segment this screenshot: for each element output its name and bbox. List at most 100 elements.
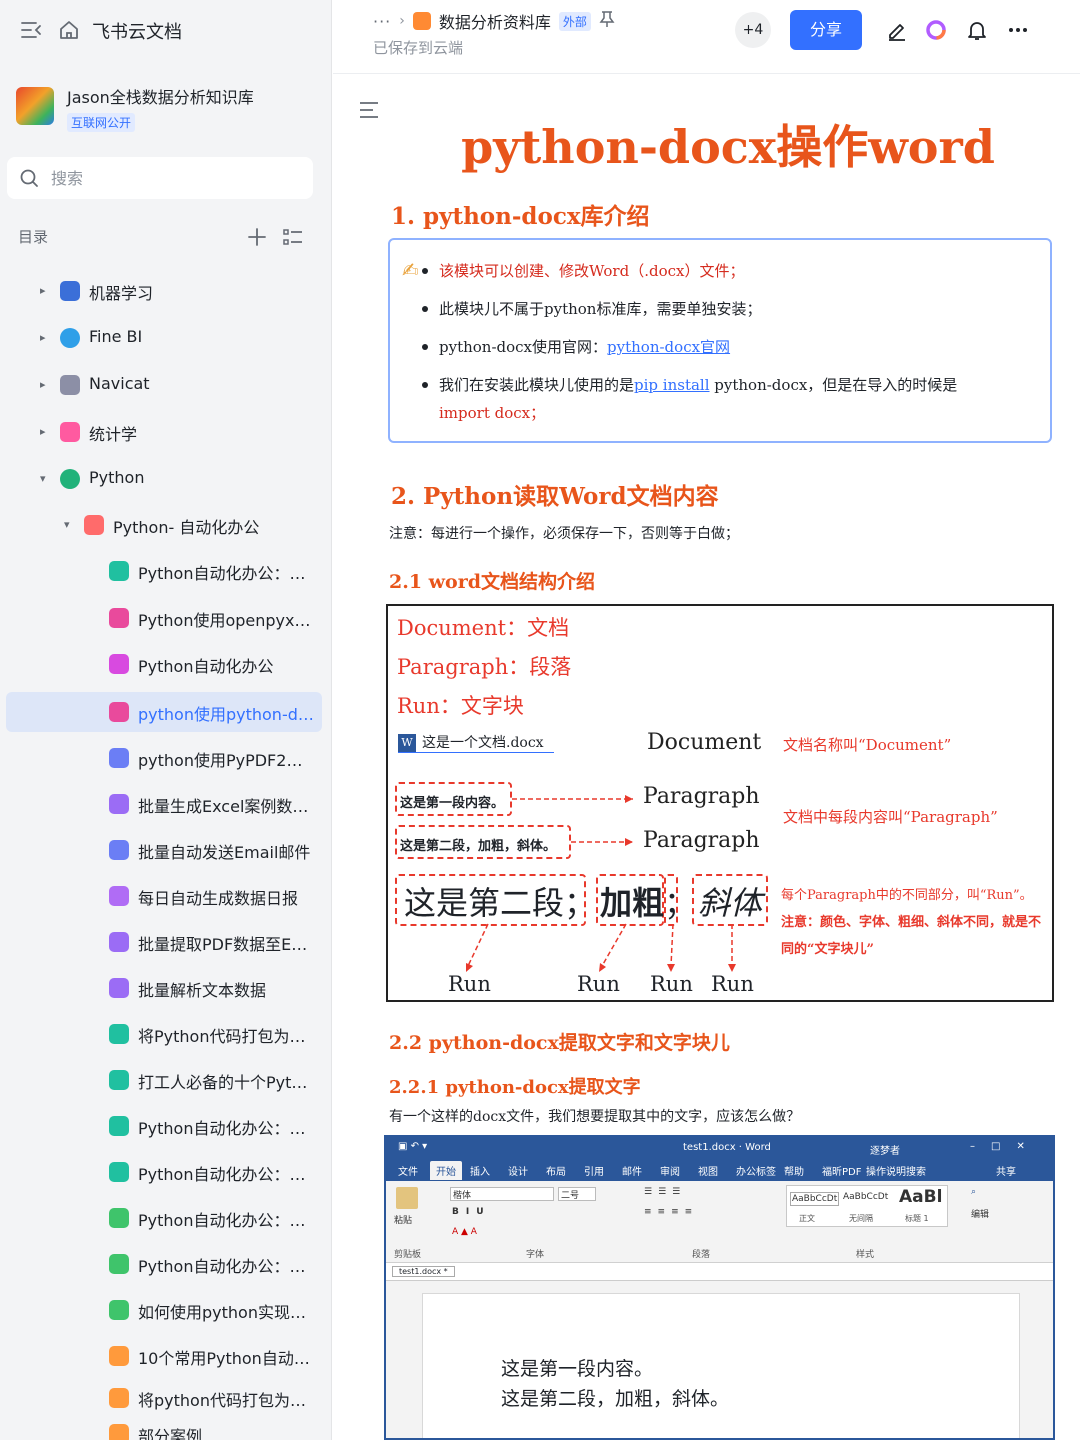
breadcrumb-doc-name[interactable]: 数据分析资料库 xyxy=(439,9,551,33)
sidebar-item[interactable]: 批量提取PDF数据至E… xyxy=(6,922,322,962)
home-icon[interactable] xyxy=(58,19,80,41)
sidebar-item[interactable]: ▸ 机器学习 xyxy=(6,271,322,311)
run-label-1: Run xyxy=(448,972,491,996)
run-note-1: 每个Paragraph中的不同部分，叫“Run”。 xyxy=(781,888,1033,903)
doc-icon xyxy=(109,1254,129,1274)
sidebar-item-label: 批量提取PDF数据至E… xyxy=(138,935,308,954)
doc-icon xyxy=(109,1024,129,1044)
clipboard-group-label: 剪贴板 xyxy=(394,1250,422,1260)
doc-icon xyxy=(109,748,129,768)
pip-install-link[interactable]: pip install xyxy=(634,376,710,394)
sidebar-item[interactable]: python使用python-do… xyxy=(6,692,322,732)
sidebar-item[interactable]: ▾ Python- 自动化办公 xyxy=(6,505,322,545)
sidebar-item-label: 批量生成Excel案例数… xyxy=(138,797,309,816)
breadcrumb-more[interactable]: ··· xyxy=(373,12,391,31)
run2-text: 加粗 xyxy=(600,884,665,922)
sidebar-item-label: 批量解析文本数据 xyxy=(138,981,267,1000)
collaborators-count[interactable]: +4 xyxy=(735,12,771,48)
doc-icon xyxy=(109,886,129,906)
list-settings-icon[interactable] xyxy=(282,226,304,248)
sidebar-item[interactable]: python使用PyPDF2和… xyxy=(6,738,322,778)
sidebar-item[interactable]: Python自动化办公：P… xyxy=(6,1198,322,1238)
sidebar-item[interactable]: ▸ 统计学 xyxy=(6,412,322,452)
run1-text: 这是第二段； xyxy=(404,884,597,922)
chevron-down-icon[interactable]: ▾ xyxy=(64,518,74,532)
sidebar-item[interactable]: 每日自动生成数据日报 xyxy=(6,876,322,916)
doc-icon xyxy=(109,1300,129,1320)
section-2-2-heading: 2.2 python-docx提取文字和文字块儿 xyxy=(389,1032,730,1054)
document-body: python-docx操作word 1. python-docx库介绍 ✍ 该模… xyxy=(333,75,1080,1440)
add-icon[interactable] xyxy=(246,226,268,248)
pin-icon[interactable] xyxy=(599,10,615,32)
knowledge-base-logo xyxy=(16,87,54,125)
section-2-1-heading: 2.1 word文档结构介绍 xyxy=(389,571,595,593)
word-screenshot: ▣ ↶ ▾ test1.docx · Word 逐梦者 –□✕ 文件 开始 插入 设计… xyxy=(384,1135,1055,1440)
section-2-2-1-text: 有一个这样的docx文件，我们想要提取其中的文字，应该怎么做？ xyxy=(389,1109,801,1125)
sidebar-item[interactable]: 批量解析文本数据 xyxy=(6,968,322,1008)
notification-bell-icon[interactable] xyxy=(966,19,988,41)
word-window-title: test1.docx · Word xyxy=(683,1142,771,1153)
word-ribbon-tab: 插入 xyxy=(470,1167,490,1178)
word-doc-tabbar: test1.docx * xyxy=(386,1263,1053,1281)
chevron-down-icon[interactable]: ▾ xyxy=(40,472,50,486)
word-ribbon: 粘贴 楷体 二号 BIU A ▲ A ☰☰☰ ≡≡≡≡ AaBbCcDt AaB… xyxy=(386,1181,1053,1263)
sidebar-item[interactable]: Python自动化办公：… xyxy=(6,1244,322,1284)
style-heading-1-name: 标题 1 xyxy=(905,1214,929,1223)
run-note-3: 同的“文字块儿” xyxy=(781,942,874,957)
doc-icon xyxy=(109,1208,129,1228)
public-badge: 互联网公开 xyxy=(67,113,136,132)
sidebar-item[interactable]: Python自动化办公：… xyxy=(6,1152,322,1192)
sidebar-item[interactable]: 批量自动发送Email邮件 xyxy=(6,830,322,870)
chevron-right-icon[interactable]: ▸ xyxy=(40,425,50,439)
sidebar-top: 飞书云文档 xyxy=(0,0,331,62)
python-docx-link[interactable]: python-docx官网 xyxy=(607,338,730,356)
sidebar-item[interactable]: 打工人必备的十个Pyt… xyxy=(6,1060,322,1100)
search-input[interactable] xyxy=(51,165,291,191)
chevron-right-icon[interactable]: ▸ xyxy=(40,378,50,392)
sidebar-item[interactable]: 10个常用Python自动… xyxy=(6,1336,322,1376)
sidebar-item[interactable]: ▸ Fine BI xyxy=(6,318,322,358)
doc-icon xyxy=(109,654,129,674)
section-2-heading: 2. Python读取Word文档内容 xyxy=(391,483,719,510)
sidebar-item[interactable]: 部分案例 xyxy=(6,1414,322,1440)
sidebar-item[interactable]: 将Python代码打包为… xyxy=(6,1014,322,1054)
edit-icon[interactable] xyxy=(886,19,908,41)
ai-assistant-icon[interactable] xyxy=(925,19,947,41)
globe-icon xyxy=(60,328,80,348)
sidebar-item[interactable]: 批量生成Excel案例数… xyxy=(6,784,322,824)
word-titlebar: ▣ ↶ ▾ test1.docx · Word 逐梦者 –□✕ xyxy=(386,1137,1053,1159)
sidebar-item[interactable]: Python自动化办公：E… xyxy=(6,1106,322,1146)
edit-search-icon: ⌕ xyxy=(971,1187,977,1197)
paragraph-group-label: 段落 xyxy=(692,1250,711,1260)
word-ribbon-tab: 布局 xyxy=(546,1167,566,1178)
app-title[interactable]: 飞书云文档 xyxy=(92,18,182,44)
search-box[interactable] xyxy=(7,157,313,199)
sidebar-item[interactable]: 如何使用python实现… xyxy=(6,1290,322,1330)
doc-icon xyxy=(109,1424,129,1440)
chevron-right-icon[interactable]: ▸ xyxy=(40,284,50,298)
share-button[interactable]: 分享 xyxy=(790,10,862,50)
sidebar-item-label: 打工人必备的十个Pyt… xyxy=(138,1073,308,1092)
robot-icon xyxy=(60,281,80,301)
word-structure-diagram: Document：文档 Paragraph：段落 Run：文字块 W 这是一个文档… xyxy=(386,604,1054,1002)
sidebar: 飞书云文档 Jason全栈数据分析知识库 互联网公开 目录 ▸ 机器学习 ▸ Fine… xyxy=(0,0,332,1440)
sidebar-item[interactable]: Python自动化办公：… xyxy=(6,551,322,591)
sidebar-item-label: Python- 自动化办公 xyxy=(113,518,260,537)
word-ribbon-tab: 办公标签 xyxy=(736,1167,776,1178)
sidebar-item[interactable]: ▾ Python xyxy=(6,459,322,499)
knowledge-base-header[interactable]: Jason全栈数据分析知识库 互联网公开 xyxy=(14,84,324,136)
sidebar-item[interactable]: Python使用openpyxl… xyxy=(6,598,322,638)
collapse-sidebar-icon[interactable] xyxy=(20,20,42,40)
sidebar-item[interactable]: Python自动化办公 xyxy=(6,644,322,684)
chevron-right-icon[interactable]: ▸ xyxy=(40,331,50,345)
callout-bullet-3-text: python-docx使用官网： xyxy=(439,338,608,356)
word-ribbon-tab: 审阅 xyxy=(660,1167,680,1178)
search-icon xyxy=(19,168,39,188)
sidebar-item-label: python使用python-do… xyxy=(138,705,314,724)
more-options-icon[interactable] xyxy=(1007,19,1029,41)
sidebar-item-label: 批量自动发送Email邮件 xyxy=(138,843,311,862)
sidebar-item[interactable]: ▸ Navicat xyxy=(6,365,322,405)
sidebar-item[interactable]: 将python代码打包为… xyxy=(6,1378,322,1418)
word-line-1: 这是第一段内容。 xyxy=(501,1358,654,1380)
style-gallery: AaBbCcDt AaBbCcDt AaBl 正文 无间隔 标题 1 xyxy=(786,1185,948,1227)
